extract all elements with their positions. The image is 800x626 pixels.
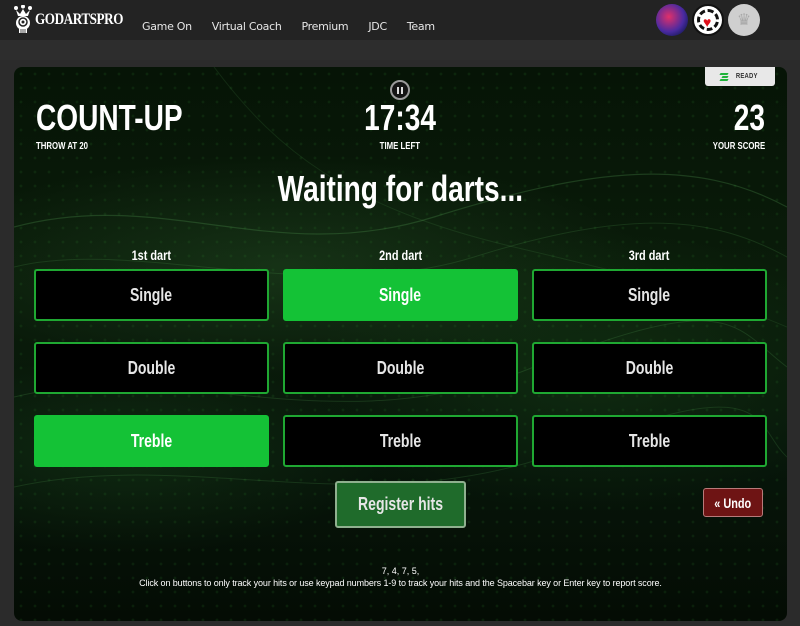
- dart1-treble-button[interactable]: Treble: [34, 415, 269, 467]
- user-avatars: ♥ ♛: [656, 4, 760, 36]
- dart2-single-button[interactable]: Single: [283, 269, 518, 321]
- dart-column-2: 2nd dart Single Double Treble: [283, 243, 518, 467]
- skull-avatar-icon[interactable]: [656, 4, 688, 36]
- footer-info: 7, 4, 7, 5, Click on buttons to only tra…: [14, 565, 787, 589]
- dart3-single-button[interactable]: Single: [532, 269, 767, 321]
- score: 23 YOUR SCORE: [698, 100, 765, 154]
- dart1-double-button[interactable]: Double: [34, 342, 269, 394]
- heart-dartboard-avatar-icon[interactable]: ♥: [692, 4, 724, 36]
- game-mode-title: COUNT-UP: [36, 97, 183, 138]
- register-hits-button[interactable]: Register hits: [335, 481, 466, 528]
- dart2-double-button[interactable]: Double: [283, 342, 518, 394]
- dart3-treble-button[interactable]: Treble: [532, 415, 767, 467]
- game-mode: COUNT-UP THROW AT 20: [36, 100, 224, 154]
- time-left-value: 17:34: [364, 97, 436, 138]
- status-badge: READY: [705, 67, 775, 86]
- dart-label: 2nd dart: [378, 247, 423, 263]
- nav-premium[interactable]: Premium: [302, 20, 349, 33]
- default-avatar-icon[interactable]: ♛: [728, 4, 760, 36]
- time-left-label: TIME LEFT: [379, 141, 421, 152]
- score-label: YOUR SCORE: [712, 141, 765, 152]
- nav-virtual-coach[interactable]: Virtual Coach: [212, 20, 282, 33]
- dart2-treble-button[interactable]: Treble: [283, 415, 518, 467]
- dart-column-3: 3rd dart Single Double Treble: [532, 243, 767, 467]
- game-panel: READY COUNT-UP THROW AT 20 17:34 TIME LE…: [14, 67, 787, 621]
- site-logo[interactable]: GODARTSPRO: [12, 4, 142, 36]
- sub-bar: [0, 40, 800, 60]
- status-heading: Waiting for darts...: [277, 168, 524, 209]
- nav-team[interactable]: Team: [407, 20, 435, 33]
- score-value: 23: [733, 97, 765, 138]
- nav-game-on[interactable]: Game On: [142, 20, 192, 33]
- throw-sequence: 7, 4, 7, 5,: [381, 566, 420, 576]
- game-mode-subtitle: THROW AT 20: [36, 141, 89, 152]
- top-navigation-bar: GODARTSPRO Game On Virtual Coach Premium…: [0, 0, 800, 40]
- ready-logo-icon: [719, 72, 730, 81]
- dart-label: 1st dart: [131, 247, 172, 263]
- dart3-double-button[interactable]: Double: [532, 342, 767, 394]
- dart-hit-grid: 1st dart Single Double Treble 2nd dart S…: [34, 243, 767, 467]
- timer: 17:34 TIME LEFT: [300, 100, 500, 154]
- dart-label: 3rd dart: [629, 247, 670, 263]
- dart-column-1: 1st dart Single Double Treble: [34, 243, 269, 467]
- skull-crown-logo-icon: [12, 4, 34, 35]
- dart1-single-button[interactable]: Single: [34, 269, 269, 321]
- pause-icon: [397, 86, 399, 94]
- undo-button[interactable]: « Undo: [703, 488, 763, 517]
- logo-text: GODARTSPRO: [35, 11, 124, 28]
- instructions-text: Click on buttons to only track your hits…: [139, 578, 662, 588]
- nav-jdc[interactable]: JDC: [368, 20, 387, 33]
